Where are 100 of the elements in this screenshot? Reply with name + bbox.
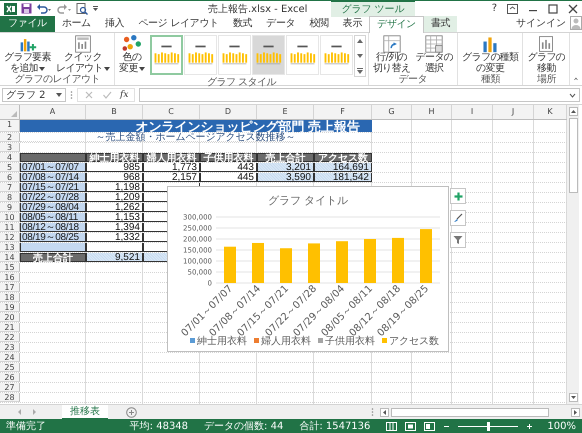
- row-header[interactable]: 7: [0, 183, 20, 192]
- row-header[interactable]: 26: [0, 373, 20, 382]
- column-header[interactable]: I: [452, 105, 493, 119]
- row-header[interactable]: 6: [0, 173, 20, 182]
- row-header[interactable]: 4: [0, 153, 20, 162]
- row-header[interactable]: 11: [0, 223, 20, 232]
- normal-view-icon[interactable]: [386, 422, 398, 430]
- zoom-level[interactable]: 100%: [547, 420, 576, 432]
- row-header[interactable]: 17: [0, 283, 20, 292]
- add-sheet-icon[interactable]: [126, 406, 137, 418]
- table-cell: 1,332: [86, 233, 143, 242]
- vertical-scrollbar[interactable]: [567, 105, 579, 404]
- zoom-in-icon[interactable]: [526, 422, 534, 430]
- ribbon-button[interactable]: データの 選択: [413, 35, 456, 74]
- ribbon-tab[interactable]: ページ レイアウト: [131, 16, 226, 32]
- ribbon-button[interactable]: グラフの 移動: [525, 35, 568, 74]
- row-header[interactable]: 14: [0, 253, 20, 262]
- row-header[interactable]: 12: [0, 233, 20, 242]
- table-cell: 07/15～07/21: [20, 183, 86, 192]
- name-box[interactable]: グラフ 2: [2, 88, 66, 102]
- print-preview-icon[interactable]: [76, 2, 88, 14]
- ribbon-tab[interactable]: デザイン: [369, 16, 424, 33]
- page-break-view-icon[interactable]: [424, 422, 436, 430]
- row-header[interactable]: 20: [0, 313, 20, 322]
- scroll-up-icon[interactable]: [356, 37, 364, 45]
- scroll-down-icon[interactable]: [356, 52, 364, 60]
- row-header[interactable]: 8: [0, 193, 20, 202]
- sign-in-link[interactable]: サインイン: [512, 16, 570, 32]
- split-grip-icon[interactable]: [371, 407, 374, 417]
- column-header[interactable]: E: [257, 105, 314, 119]
- expand-caret-icon[interactable]: [569, 92, 576, 98]
- maximize-icon[interactable]: [548, 4, 558, 14]
- row-header[interactable]: 15: [0, 263, 20, 272]
- row-header[interactable]: 25: [0, 363, 20, 372]
- zoom-slider-thumb[interactable]: [486, 422, 490, 430]
- chart-title: グラフ タイトル: [268, 194, 348, 207]
- row-header[interactable]: 10: [0, 213, 20, 222]
- row-header[interactable]: 9: [0, 203, 20, 212]
- formula-input[interactable]: [139, 88, 580, 102]
- ribbon-button[interactable]: グラフ要素 を追加: [2, 35, 54, 74]
- save-icon[interactable]: [21, 3, 32, 14]
- chart-filters-button[interactable]: [450, 232, 466, 248]
- column-header[interactable]: D: [200, 105, 257, 119]
- page-layout-view-icon[interactable]: [405, 422, 416, 430]
- ribbon-tab[interactable]: 表示: [336, 16, 370, 32]
- row-header[interactable]: 23: [0, 343, 20, 352]
- scroll-down-icon[interactable]: [568, 393, 578, 402]
- row-header[interactable]: 18: [0, 293, 20, 302]
- row-header[interactable]: 24: [0, 353, 20, 362]
- row-header[interactable]: 3: [0, 143, 20, 152]
- column-header[interactable]: C: [143, 105, 200, 119]
- ribbon-tab[interactable]: 挿入: [98, 16, 132, 32]
- row-header[interactable]: 22: [0, 333, 20, 342]
- check-icon[interactable]: [102, 90, 112, 100]
- table-cell: 07/01～07/07: [20, 163, 86, 172]
- scroll-right-icon[interactable]: [571, 408, 580, 416]
- row-header[interactable]: 2: [0, 133, 20, 142]
- ribbon-display-icon[interactable]: [507, 4, 518, 14]
- chart-style-thumbnail[interactable]: [150, 35, 183, 75]
- ribbon-button[interactable]: 色の 変更: [117, 35, 147, 74]
- scroll-up-icon[interactable]: [568, 107, 578, 116]
- customize-caret-icon[interactable]: [92, 5, 99, 12]
- undo-icon[interactable]: [36, 3, 52, 14]
- table-cell: 443: [200, 163, 257, 172]
- ribbon-tab[interactable]: データ: [259, 16, 302, 32]
- ribbon-button[interactable]: グラフの種類 の変更: [460, 35, 520, 74]
- horizontal-scrollbar[interactable]: [380, 407, 580, 417]
- column-header[interactable]: J: [493, 105, 534, 119]
- row-header[interactable]: 13: [0, 243, 20, 252]
- column-header[interactable]: G: [372, 105, 412, 119]
- ribbon-button[interactable]: 行/列の 切り替え: [370, 35, 412, 74]
- ribbon-tab[interactable]: 校閲: [302, 16, 336, 32]
- gallery-more-icon[interactable]: [356, 67, 364, 75]
- help-button[interactable]: ?: [492, 3, 497, 14]
- scroll-left-icon[interactable]: [380, 408, 389, 416]
- collapse-ribbon-icon[interactable]: [574, 76, 578, 82]
- table-cell: 売上合計: [257, 153, 314, 162]
- column-header[interactable]: B: [86, 105, 143, 119]
- ribbon-tab[interactable]: ホーム: [54, 16, 98, 32]
- column-header[interactable]: A: [20, 105, 86, 119]
- row-header[interactable]: 5: [0, 163, 20, 172]
- ribbon-tab[interactable]: 数式: [226, 16, 260, 32]
- insert-function-button[interactable]: fx: [120, 90, 128, 100]
- row-header[interactable]: 27: [0, 383, 20, 392]
- chart-elements-button[interactable]: [450, 188, 466, 204]
- ribbon-tab[interactable]: 書式: [424, 16, 458, 32]
- row-header[interactable]: 19: [0, 303, 20, 312]
- close-icon[interactable]: [568, 4, 578, 14]
- ribbon-tab[interactable]: ファイル: [0, 16, 55, 32]
- row-header[interactable]: 16: [0, 273, 20, 282]
- column-header[interactable]: H: [412, 105, 452, 119]
- column-header[interactable]: F: [314, 105, 372, 119]
- row-header[interactable]: 21: [0, 323, 20, 332]
- sheet-tab[interactable]: 推移表: [62, 404, 108, 420]
- scrollbar-thumb[interactable]: [568, 118, 578, 193]
- row-header[interactable]: 1: [0, 120, 20, 132]
- ribbon-button[interactable]: クイック レイアウト: [54, 35, 112, 74]
- row-header[interactable]: 28: [0, 393, 20, 402]
- status-sum: 合計: 1547136: [299, 420, 370, 433]
- chart-styles-button[interactable]: [450, 210, 466, 226]
